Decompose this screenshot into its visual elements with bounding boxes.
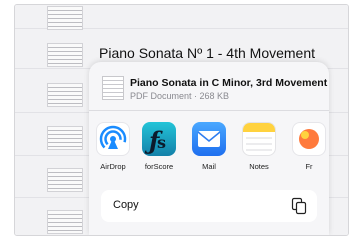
document-title[interactable]: Piano Sonata Nº 1 - 4th Movement [99,45,315,61]
app-label: Notes [249,162,269,171]
document-thumbnail[interactable] [47,168,83,192]
forscore-icon: ƒ s [142,122,176,156]
share-app-freeform[interactable]: Fr [285,122,329,180]
file-meta: PDF Document · 268 KB [130,91,230,101]
app-label: Fr [305,162,313,171]
share-app-notes[interactable]: Notes [235,122,283,180]
document-thumbnail[interactable] [47,83,83,107]
app-label: Mail [202,162,216,171]
share-app-forscore[interactable]: ƒ s forScore [135,122,183,180]
mail-icon [192,122,226,156]
app-label: AirDrop [100,162,126,171]
copy-icon [291,197,307,215]
share-app-airdrop[interactable]: AirDrop [89,122,137,180]
copy-label: Copy [113,199,139,211]
airdrop-icon [96,122,130,156]
document-thumbnail[interactable] [47,43,83,67]
share-apps-row: AirDrop ƒ s forScore Mail Notes Fr [89,122,329,182]
freeform-icon [292,122,326,156]
file-title: Piano Sonata in C Minor, 3rd Movement [130,77,328,89]
share-sheet: Piano Sonata in C Minor, 3rd Movement PD… [89,62,329,235]
file-thumbnail [102,76,124,100]
notes-icon [242,122,276,156]
svg-text:s: s [157,133,166,152]
app-label: forScore [144,162,174,171]
share-sheet-header: Piano Sonata in C Minor, 3rd Movement PD… [89,62,329,111]
share-app-mail[interactable]: Mail [185,122,233,180]
document-thumbnail[interactable] [47,126,83,150]
copy-action[interactable]: Copy [101,190,317,222]
document-thumbnail[interactable] [47,210,83,234]
device-frame: Piano Sonata Nº 1 - 4th Movement Piano S… [14,4,349,236]
document-thumbnail[interactable] [47,6,83,30]
